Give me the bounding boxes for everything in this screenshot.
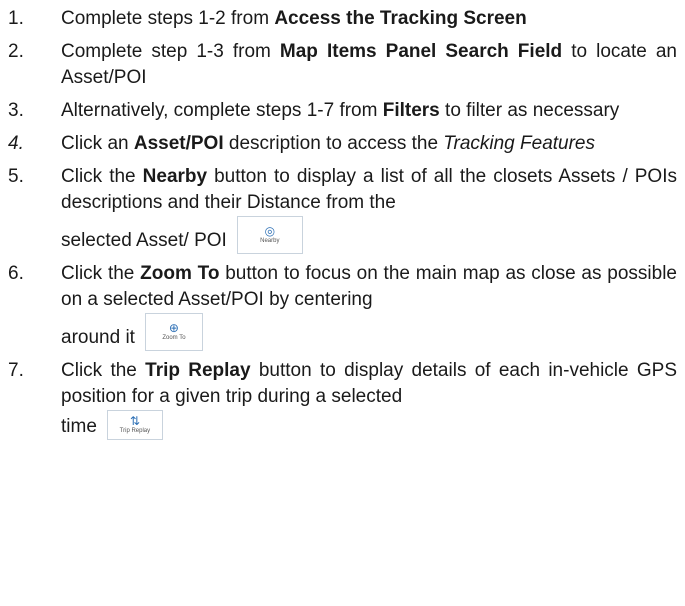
- step-term-trip-replay: Trip Replay: [145, 360, 251, 381]
- step-1: 1. Complete steps 1-2 from Access the Tr…: [0, 6, 685, 32]
- step-5: 5. Click the Nearby button to display a …: [0, 164, 685, 254]
- step-text-part: Click the: [61, 360, 146, 381]
- step-2: 2. Complete step 1-3 from Map Items Pane…: [0, 39, 685, 91]
- step-link-map-items-search: Map Items Panel Search Field: [279, 41, 563, 62]
- step-3: 3. Alternatively, complete steps 1-7 fro…: [0, 98, 685, 124]
- step-number: 4.: [8, 133, 24, 154]
- step-text-part: Click the: [61, 166, 143, 187]
- step-text-part: around it: [61, 327, 135, 348]
- step-link-access-tracking-screen: Access the Tracking Screen: [274, 8, 527, 29]
- zoom-to-button-caption: Zoom To: [162, 335, 186, 341]
- step-text-part: to filter as necessary: [439, 100, 620, 121]
- step-term-asset-poi: Asset/POI: [133, 133, 224, 154]
- step-text: Click the Nearby button to display a lis…: [61, 164, 677, 216]
- nearby-icon: ◎: [264, 224, 276, 238]
- step-text-part: Click an: [61, 133, 134, 154]
- step-number: 3.: [8, 100, 24, 121]
- step-text-part: Complete steps 1-2 from: [61, 8, 275, 29]
- step-number: 2.: [8, 41, 24, 62]
- step-text: Complete step 1-3 from Map Items Panel S…: [61, 39, 677, 91]
- step-term-nearby: Nearby: [142, 166, 208, 187]
- trip-replay-button-image: ⇅ Trip Replay: [106, 410, 163, 440]
- trip-replay-icon: ⇅: [129, 414, 140, 428]
- step-text: Complete steps 1-2 from Access the Track…: [61, 6, 677, 32]
- trip-replay-button-caption: Trip Replay: [119, 428, 151, 434]
- step-6: 6. Click the Zoom To button to focus on …: [0, 261, 685, 351]
- step-text-part: Click the: [61, 263, 141, 284]
- step-number: 6.: [8, 263, 24, 284]
- step-number: 7.: [8, 360, 24, 381]
- step-text: Alternatively, complete steps 1-7 from F…: [61, 98, 677, 124]
- zoom-to-button-image: ⊕ Zoom To: [144, 313, 203, 351]
- step-text-part: Complete step 1-3 from: [61, 41, 280, 62]
- step-7: 7. Click the Trip Replay button to displ…: [0, 358, 685, 440]
- document-page: 1. Complete steps 1-2 from Access the Tr…: [0, 0, 685, 440]
- step-number: 5.: [8, 166, 24, 187]
- step-text-part: selected Asset/ POI: [61, 230, 227, 251]
- step-last-line: around it ⊕ Zoom To: [61, 313, 677, 351]
- step-term-tracking-features: Tracking Features: [443, 133, 595, 154]
- steps-list: 1. Complete steps 1-2 from Access the Tr…: [0, 0, 685, 440]
- step-text-part: Alternatively, complete steps 1-7 from: [61, 100, 383, 121]
- step-term-zoom-to: Zoom To: [140, 263, 220, 284]
- step-text: Click the Trip Replay button to display …: [61, 358, 677, 410]
- step-link-filters: Filters: [382, 100, 440, 121]
- step-last-line: selected Asset/ POI ◎ Nearby: [61, 216, 677, 254]
- step-text-part: description to access the: [223, 133, 444, 154]
- step-number: 1.: [8, 8, 24, 29]
- step-text: Click the Zoom To button to focus on the…: [61, 261, 677, 313]
- step-text: Click an Asset/POI description to access…: [61, 131, 677, 157]
- step-last-line: time ⇅ Trip Replay: [61, 410, 677, 440]
- step-text-part: time: [61, 416, 97, 437]
- nearby-button-image: ◎ Nearby: [236, 216, 303, 254]
- step-4: 4. Click an Asset/POI description to acc…: [0, 131, 685, 157]
- nearby-button-caption: Nearby: [260, 238, 280, 244]
- zoom-to-icon: ⊕: [168, 321, 179, 335]
